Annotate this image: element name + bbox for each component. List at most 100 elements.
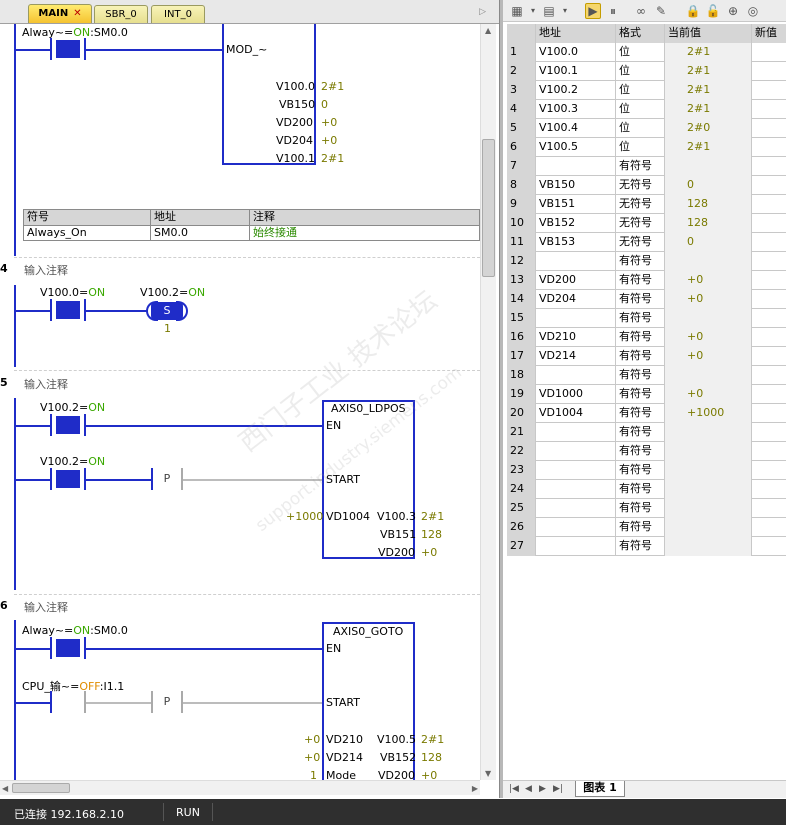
format-cell[interactable]: 位 — [616, 81, 665, 100]
address-cell[interactable]: VD1000 — [536, 385, 616, 404]
new-value-cell[interactable] — [752, 138, 786, 157]
new-value-cell[interactable] — [752, 62, 786, 81]
format-cell[interactable]: 有符号 — [616, 461, 665, 480]
format-cell[interactable]: 位 — [616, 119, 665, 138]
tab-sbr0[interactable]: SBR_0 — [94, 5, 148, 23]
positive-edge-contact[interactable]: P — [151, 691, 183, 713]
new-value-cell[interactable] — [752, 366, 786, 385]
chart-row[interactable]: 14 VD204 有符号 +0 — [507, 290, 786, 309]
prev-sheet-icon[interactable]: ◀ — [525, 784, 532, 794]
last-sheet-icon[interactable]: ▶| — [553, 784, 563, 794]
format-cell[interactable]: 有符号 — [616, 290, 665, 309]
chart-row[interactable]: 9 VB151 无符号 128 — [507, 195, 786, 214]
table-icon[interactable]: ▦ — [509, 3, 525, 19]
format-cell[interactable]: 有符号 — [616, 385, 665, 404]
format-cell[interactable]: 无符号 — [616, 233, 665, 252]
scroll-up-icon[interactable]: ▲ — [485, 26, 491, 35]
address-cell[interactable] — [536, 518, 616, 537]
chart-row[interactable]: 6 V100.5 位 2#1 — [507, 138, 786, 157]
contact-v100-2[interactable] — [50, 414, 86, 436]
new-value-cell[interactable] — [752, 81, 786, 100]
address-cell[interactable]: V100.3 — [536, 100, 616, 119]
format-cell[interactable]: 有符号 — [616, 423, 665, 442]
address-cell[interactable]: VB151 — [536, 195, 616, 214]
new-value-cell[interactable] — [752, 385, 786, 404]
chart-row[interactable]: 22 有符号 — [507, 442, 786, 461]
chart-row[interactable]: 4 V100.3 位 2#1 — [507, 100, 786, 119]
contact-v100-0[interactable] — [50, 299, 86, 321]
format-cell[interactable]: 有符号 — [616, 404, 665, 423]
address-cell[interactable] — [536, 480, 616, 499]
address-cell[interactable]: VD200 — [536, 271, 616, 290]
address-cell[interactable]: VD204 — [536, 290, 616, 309]
address-cell[interactable]: VB153 — [536, 233, 616, 252]
new-value-cell[interactable] — [752, 157, 786, 176]
next-sheet-icon[interactable]: ▶ — [539, 784, 546, 794]
network-comment[interactable]: 输入注释 — [24, 599, 68, 615]
chart-row[interactable]: 27 有符号 — [507, 537, 786, 556]
chart-row[interactable]: 17 VD214 有符号 +0 — [507, 347, 786, 366]
scroll-right-icon[interactable]: ▶ — [472, 784, 478, 793]
close-icon[interactable]: ✕ — [73, 8, 81, 19]
network-comment[interactable]: 输入注释 — [24, 262, 68, 278]
scroll-thumb[interactable] — [12, 783, 70, 793]
new-value-cell[interactable] — [752, 252, 786, 271]
table-insert-icon[interactable]: ▤ — [541, 3, 557, 19]
format-cell[interactable]: 无符号 — [616, 176, 665, 195]
new-value-cell[interactable] — [752, 43, 786, 62]
format-cell[interactable]: 位 — [616, 138, 665, 157]
chart-row[interactable]: 5 V100.4 位 2#0 — [507, 119, 786, 138]
address-cell[interactable] — [536, 461, 616, 480]
chart-row[interactable]: 15 有符号 — [507, 309, 786, 328]
address-cell[interactable]: V100.0 — [536, 43, 616, 62]
tab-main[interactable]: MAIN ✕ — [28, 4, 92, 23]
new-value-cell[interactable] — [752, 518, 786, 537]
format-cell[interactable]: 无符号 — [616, 214, 665, 233]
chart-row[interactable]: 11 VB153 无符号 0 — [507, 233, 786, 252]
new-value-cell[interactable] — [752, 119, 786, 138]
new-value-cell[interactable] — [752, 176, 786, 195]
pencil-icon[interactable]: ✎ — [653, 3, 669, 19]
format-cell[interactable]: 位 — [616, 43, 665, 62]
new-value-cell[interactable] — [752, 404, 786, 423]
chart-row[interactable]: 25 有符号 — [507, 499, 786, 518]
format-cell[interactable]: 位 — [616, 62, 665, 81]
address-cell[interactable] — [536, 423, 616, 442]
address-cell[interactable] — [536, 499, 616, 518]
tab-int0[interactable]: INT_0 — [151, 5, 205, 23]
chevron-down-icon[interactable]: ▾ — [529, 3, 537, 19]
address-cell[interactable]: VD1004 — [536, 404, 616, 423]
address-cell[interactable] — [536, 252, 616, 271]
scroll-down-icon[interactable]: ▼ — [485, 769, 491, 778]
force-read-icon[interactable]: ◎ — [745, 3, 761, 19]
address-cell[interactable] — [536, 442, 616, 461]
address-cell[interactable]: V100.1 — [536, 62, 616, 81]
format-cell[interactable]: 有符号 — [616, 347, 665, 366]
glasses-icon[interactable]: ∞ — [633, 3, 649, 19]
new-value-cell[interactable] — [752, 537, 786, 556]
monitor-icon[interactable]: ▶ — [585, 3, 601, 19]
address-cell[interactable] — [536, 309, 616, 328]
contact-v100-2[interactable] — [50, 468, 86, 490]
scroll-thumb[interactable] — [482, 139, 495, 277]
new-value-cell[interactable] — [752, 233, 786, 252]
new-value-cell[interactable] — [752, 309, 786, 328]
scroll-left-icon[interactable]: ◀ — [2, 784, 8, 793]
new-value-cell[interactable] — [752, 290, 786, 309]
chart-row[interactable]: 3 V100.2 位 2#1 — [507, 81, 786, 100]
address-cell[interactable]: VB150 — [536, 176, 616, 195]
format-cell[interactable]: 有符号 — [616, 252, 665, 271]
contact-always-on[interactable] — [50, 38, 86, 60]
vertical-scrollbar[interactable]: ▲ ▼ — [480, 24, 496, 780]
chart-row[interactable]: 16 VD210 有符号 +0 — [507, 328, 786, 347]
format-cell[interactable]: 有符号 — [616, 518, 665, 537]
new-value-cell[interactable] — [752, 271, 786, 290]
chart-row[interactable]: 12 有符号 — [507, 252, 786, 271]
address-cell[interactable]: VD210 — [536, 328, 616, 347]
new-value-cell[interactable] — [752, 480, 786, 499]
first-sheet-icon[interactable]: |◀ — [509, 784, 519, 794]
format-cell[interactable]: 无符号 — [616, 195, 665, 214]
address-cell[interactable] — [536, 537, 616, 556]
address-cell[interactable]: V100.4 — [536, 119, 616, 138]
chart-row[interactable]: 20 VD1004 有符号 +1000 — [507, 404, 786, 423]
